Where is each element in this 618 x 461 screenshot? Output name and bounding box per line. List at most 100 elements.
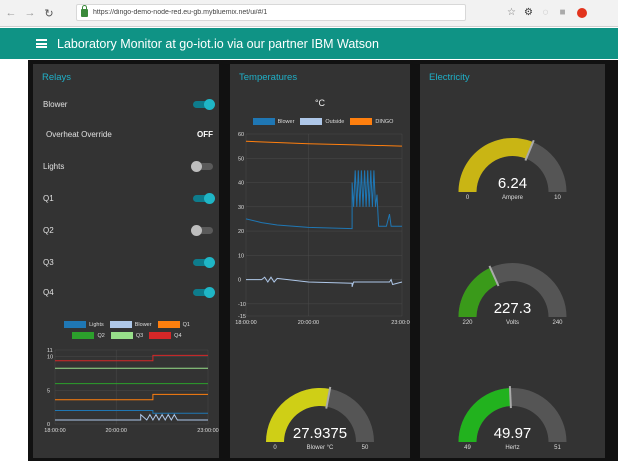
y-tick-label: 30 [238, 205, 244, 211]
gauge-value: 49.97 [494, 425, 532, 442]
q2-toggle[interactable] [191, 225, 213, 236]
legend-label: DINGO [375, 118, 394, 125]
browser-toolbar: ← → ↻ https://dingo-demo-node-red.eu-gb.… [0, 0, 618, 27]
legend-item[interactable]: Blower [109, 321, 152, 328]
extension-icon[interactable]: ◌ [539, 6, 552, 19]
y-tick-label: 20 [238, 229, 244, 235]
status-text: OFF [197, 130, 213, 139]
relay-row-blower: Blower [43, 98, 215, 112]
legend-swatch [350, 118, 373, 125]
x-tick-label: 18:00:00 [235, 320, 256, 326]
gauge-min-label: 0 [273, 445, 277, 451]
star-icon[interactable]: ☆ [505, 6, 518, 19]
legend-swatch [252, 118, 275, 125]
legend-swatch [64, 321, 87, 328]
y-tick-label: 50 [238, 156, 244, 162]
legend-item[interactable]: Q4 [149, 332, 182, 339]
card-title: Electricity [429, 72, 470, 83]
url-text: https://dingo-demo-node-red.eu-gb.myblue… [93, 9, 268, 16]
gauge-min-label: 49 [464, 445, 471, 451]
relay-row-q2: Q2 [43, 224, 213, 238]
gauge-needle [508, 386, 512, 409]
q1-toggle[interactable] [193, 193, 215, 204]
y-tick-label: 5 [47, 388, 50, 394]
gauge-max-label: 51 [554, 445, 561, 451]
blower-toggle[interactable] [193, 99, 215, 110]
y-tick-label: 11 [47, 348, 53, 354]
q3-toggle[interactable] [193, 257, 215, 268]
relay-label: Blower [43, 100, 68, 109]
legend-label: Lights [89, 321, 104, 328]
gauge-min-label: 220 [462, 320, 473, 326]
legend-label: Outside [325, 118, 345, 125]
x-tick-label: 20:00:00 [298, 320, 319, 326]
relay-row-q3: Q3 [43, 256, 215, 270]
gauge-value: 6.24 [498, 175, 527, 192]
relay-row-overheat-override: Overheat Override OFF [43, 128, 213, 142]
opera-icon[interactable] [575, 6, 588, 19]
lock-icon [81, 4, 88, 17]
legend-swatch [157, 321, 180, 328]
forward-icon[interactable]: → [22, 5, 38, 21]
legend-item[interactable]: Outside [300, 118, 344, 125]
relay-row-q4: Q4 [43, 286, 215, 300]
q4-toggle[interactable] [193, 287, 215, 298]
legend-item[interactable]: Blower [252, 118, 294, 125]
series-line [55, 413, 208, 422]
gauge-max-label: 240 [552, 320, 563, 326]
lights-toggle[interactable] [191, 161, 213, 172]
reload-icon[interactable]: ↻ [41, 5, 57, 21]
series-line [246, 276, 403, 288]
dashboard: Relays Blower Overheat Override OFF Ligh… [28, 60, 618, 461]
electricity-card: Electricity 6.24 Ampere 0 10 227.3 Volts 220 2… [420, 64, 605, 458]
relay-label: Q2 [43, 226, 54, 235]
relay-row-q1: Q1 [43, 192, 215, 206]
gauge-value: 227.3 [494, 300, 532, 317]
legend-item[interactable]: Q2 [72, 332, 105, 339]
y-tick-label: 10 [238, 253, 244, 259]
legend-label: Q3 [135, 332, 144, 339]
extension-icon[interactable]: ⚙ [522, 6, 535, 19]
legend-item[interactable]: Q3 [110, 332, 144, 339]
relays-card: Relays Blower Overheat Override OFF Ligh… [33, 64, 219, 458]
legend-swatch [109, 321, 132, 328]
back-icon[interactable]: ← [3, 5, 19, 21]
page-title: Laboratory Monitor at go-iot.io via our … [57, 36, 379, 51]
legend-swatch [149, 332, 172, 339]
series-line [55, 393, 208, 401]
series-line [55, 354, 208, 362]
y-tick-label: 10 [47, 355, 53, 361]
menu-icon[interactable] [36, 39, 47, 48]
relay-history-chart: 05101118:00:00 20:00:00 23:00:00 [44, 348, 218, 434]
relay-row-lights: Lights [43, 160, 213, 174]
x-tick-label: 18:00:00 [44, 428, 65, 434]
extension-icon[interactable]: ■ [556, 6, 569, 19]
screenshot-root: ← → ↻ https://dingo-demo-node-red.eu-gb.… [0, 0, 618, 461]
chart-title: °C [314, 98, 326, 108]
temperature-chart: 6050403020100-10-1518:00:00 20:00:00 23:00… [235, 132, 410, 326]
y-tick-label: 40 [238, 181, 244, 187]
gauge-unit: Blower °C [307, 445, 334, 451]
gauge-unit: Hertz [505, 445, 519, 451]
series-line [245, 140, 403, 147]
legend-item[interactable]: DINGO [350, 118, 393, 125]
x-tick-label: 20:00:00 [105, 428, 126, 434]
legend-item[interactable]: Lights [64, 321, 104, 328]
blower-temperature-gauge: 27.9375 Blower °C 0 50 [266, 386, 374, 451]
address-bar[interactable]: https://dingo-demo-node-red.eu-gb.myblue… [76, 4, 466, 21]
legend-label: Q2 [97, 332, 105, 339]
legend-swatch [300, 118, 323, 125]
legend-item[interactable]: Q1 [157, 321, 190, 328]
gauge-max-label: 50 [362, 445, 369, 451]
legend-swatch [110, 332, 133, 339]
relay-label: Q3 [43, 258, 54, 267]
hertz-gauge: 49.97 Hertz 49 51 [458, 386, 567, 451]
gauge-max-label: 10 [554, 195, 561, 201]
legend-label: Blower [134, 321, 152, 328]
temperature-chart-legend: Blower Outside DINGO [238, 118, 408, 129]
y-tick-label: -10 [238, 302, 246, 308]
y-tick-label: 0 [238, 278, 241, 284]
relay-label: Q4 [43, 288, 54, 297]
y-tick-label: 60 [238, 132, 244, 138]
temperatures-card: Temperatures °C Blower Outside DINGO 60 50 4… [230, 64, 410, 458]
